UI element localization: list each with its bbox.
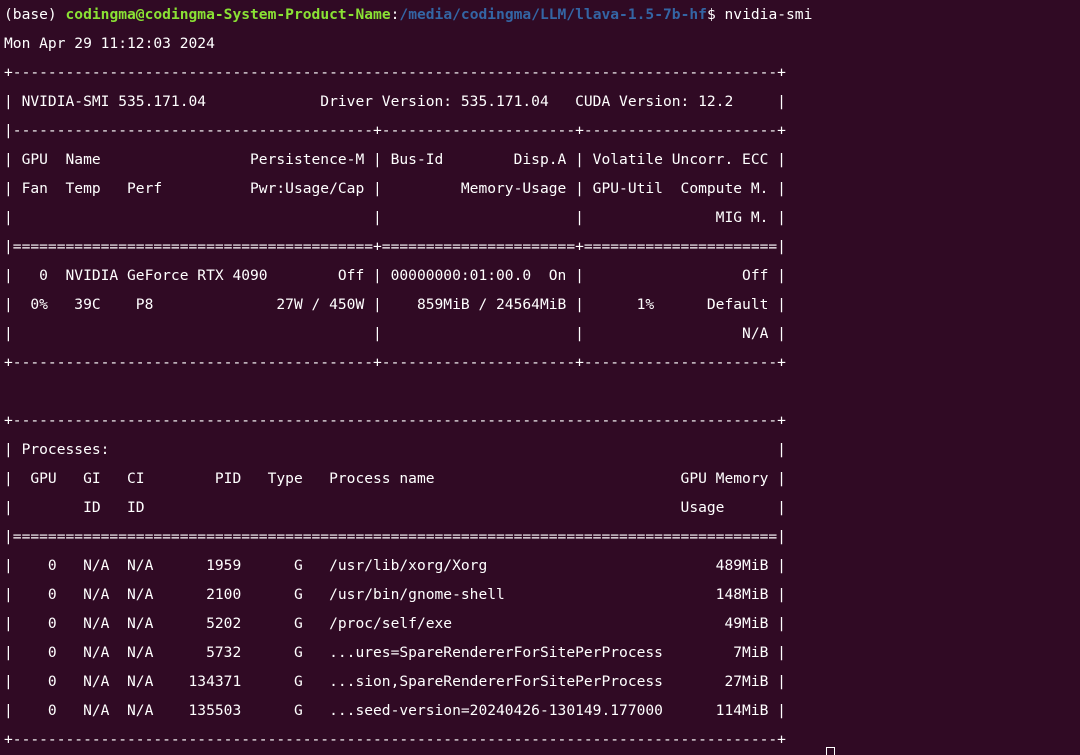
process-row: | 0 N/A N/A 134371 G ...sion,SpareRender… (4, 673, 786, 690)
version-line: | NVIDIA-SMI 535.171.04 Driver Version: … (4, 93, 786, 110)
table-border: +---------------------------------------… (4, 64, 786, 81)
user-host: codingma@codingma-System-Product-Name (65, 6, 391, 23)
processes-title: | Processes: | (4, 441, 786, 458)
process-row: | 0 N/A N/A 2100 G /usr/bin/gnome-shell … (4, 586, 786, 603)
process-row: | 0 N/A N/A 135503 G ...seed-version=202… (4, 702, 786, 719)
prompt-dollar: $ (706, 6, 725, 23)
current-path: /media/codingma/LLM/llava-1.5-7b-hf (399, 6, 707, 23)
gpu-header-row-1: | GPU Name Persistence-M | Bus-Id Disp.A… (4, 151, 786, 168)
gpu-row-3: | | | N/A | (4, 325, 786, 342)
gpu-header-row-2: | Fan Temp Perf Pwr:Usage/Cap | Memory-U… (4, 180, 786, 197)
terminal-window[interactable]: (base) codingma@codingma-System-Product-… (0, 0, 1080, 755)
table-double-separator: |=======================================… (4, 238, 786, 255)
processes-header-2: | ID ID Usage | (4, 499, 786, 516)
prompt-line: (base) codingma@codingma-System-Product-… (4, 0, 1080, 29)
process-row: | 0 N/A N/A 5732 G ...ures=SpareRenderer… (4, 644, 786, 661)
processes-header-1: | GPU GI CI PID Type Process name GPU Me… (4, 470, 786, 487)
gpu-header-row-3: | | | MIG M. | (4, 209, 786, 226)
gpu-row-1: | 0 NVIDIA GeForce RTX 4090 Off | 000000… (4, 267, 786, 284)
table-separator: |---------------------------------------… (4, 122, 786, 139)
timestamp-line: Mon Apr 29 11:12:03 2024 (4, 35, 215, 52)
process-row: | 0 N/A N/A 1959 G /usr/lib/xorg/Xorg 48… (4, 557, 786, 574)
table-border: +---------------------------------------… (4, 354, 786, 371)
text-cursor (826, 747, 835, 755)
process-row: | 0 N/A N/A 5202 G /proc/self/exe 49MiB … (4, 615, 786, 632)
command: nvidia-smi (724, 6, 813, 23)
processes-border: +---------------------------------------… (4, 731, 786, 748)
processes-double-separator: |=======================================… (4, 528, 786, 545)
processes-border: +---------------------------------------… (4, 412, 786, 429)
gpu-row-2: | 0% 39C P8 27W / 450W | 859MiB / 24564M… (4, 296, 786, 313)
conda-env: (base) (4, 6, 66, 23)
